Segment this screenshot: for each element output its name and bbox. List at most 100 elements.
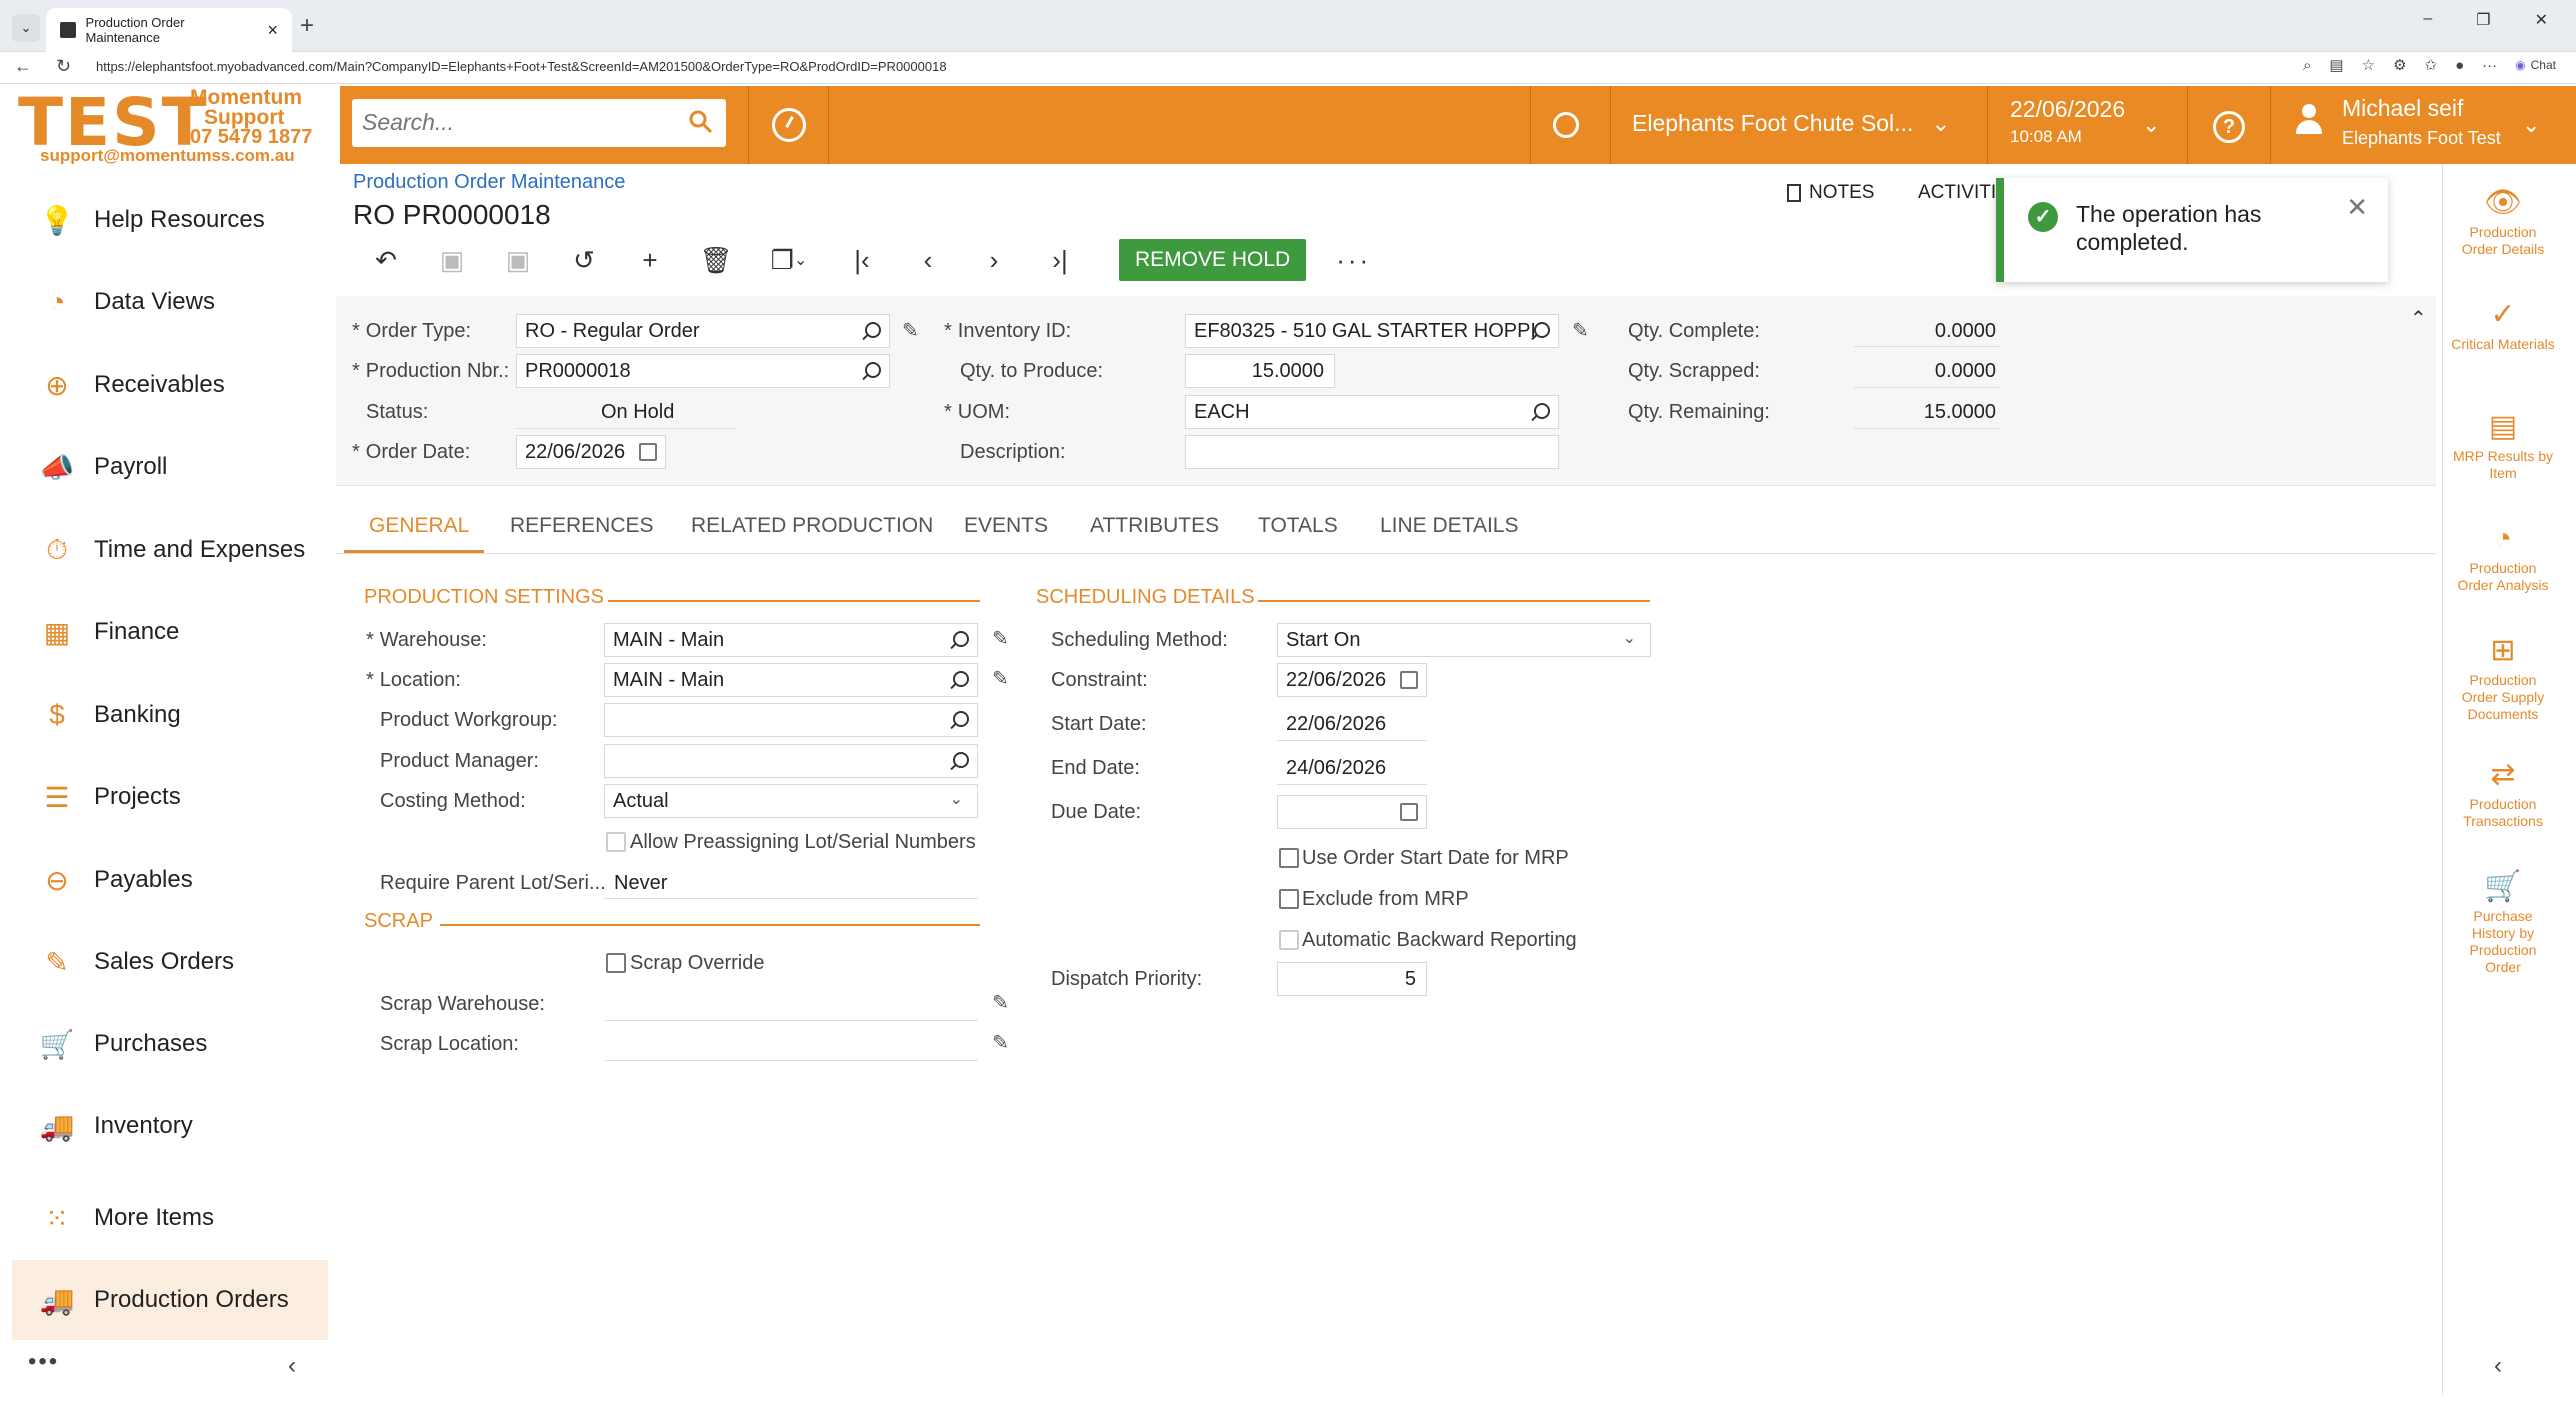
close-window-icon[interactable]: ✕ xyxy=(2535,10,2548,30)
add-icon[interactable]: + xyxy=(617,240,683,280)
delete-icon[interactable]: 🗑 xyxy=(683,240,749,280)
user-icon[interactable] xyxy=(2296,104,2322,140)
production-nbr-field[interactable]: PR0000018 xyxy=(516,354,890,388)
nav-item-payables[interactable]: ⊖ Payables xyxy=(12,840,328,920)
reload-icon[interactable]: ↻ xyxy=(56,56,71,77)
more-icon[interactable]: ··· xyxy=(2482,57,2497,74)
order-date-field[interactable]: 22/06/2026 xyxy=(516,435,666,469)
nav-item-payroll[interactable]: 📣 Payroll xyxy=(12,427,328,507)
tab-totals[interactable]: TOTALS xyxy=(1258,514,1338,538)
tab-references[interactable]: REFERENCES xyxy=(510,514,654,538)
remove-hold-button[interactable]: REMOVE HOLD xyxy=(1119,239,1307,281)
url-field[interactable]: https://elephantsfoot.myobadvanced.com/M… xyxy=(96,59,947,74)
help-icon[interactable]: ? xyxy=(2213,111,2245,143)
edit-pencil-icon[interactable]: ✎ xyxy=(1572,318,1592,342)
sidebar-purchase-history-by-production-order[interactable]: 🛒 Purchase History by Production Order xyxy=(2442,868,2564,976)
auto-backward-checkbox[interactable] xyxy=(1279,930,1299,950)
notes-button[interactable]: NOTES xyxy=(1787,182,1874,204)
nav-item-sales-orders[interactable]: ✎ Sales Orders xyxy=(12,922,328,1002)
favorites-icon[interactable]: ✩ xyxy=(2425,56,2438,74)
order-type-field[interactable]: RO - Regular Order xyxy=(516,314,890,348)
constraint-date-field[interactable]: 22/06/2026 xyxy=(1277,663,1427,697)
product-manager-field[interactable] xyxy=(604,744,978,778)
product-workgroup-field[interactable] xyxy=(604,703,978,737)
close-icon[interactable]: ✕ xyxy=(2346,192,2368,223)
search-icon[interactable] xyxy=(688,109,714,135)
next-record-icon[interactable]: › xyxy=(961,240,1027,280)
nav-item-production-orders[interactable]: 🚚 Production Orders xyxy=(12,1260,328,1340)
nav-item-time-and-expenses[interactable]: ⏱ Time and Expenses xyxy=(12,510,328,590)
description-field[interactable] xyxy=(1185,435,1559,469)
zoom-icon[interactable]: ⌕ xyxy=(2303,57,2311,74)
breadcrumb[interactable]: Production Order Maintenance xyxy=(353,171,625,194)
nav-item-inventory[interactable]: 🚚 Inventory xyxy=(12,1086,328,1166)
sidebar-production-transactions[interactable]: ⇄ Production Transactions xyxy=(2442,756,2564,830)
nav-item-projects[interactable]: ☰ Projects xyxy=(12,757,328,837)
collapse-summary-icon[interactable]: ⌃ xyxy=(2410,306,2427,331)
due-date-field[interactable] xyxy=(1277,795,1427,829)
lookup-icon[interactable] xyxy=(1534,403,1550,419)
qty-to-produce-field[interactable]: 15.0000 xyxy=(1185,354,1335,388)
star-icon[interactable]: ☆ xyxy=(2362,56,2375,74)
lookup-icon[interactable] xyxy=(953,711,969,727)
global-search[interactable] xyxy=(352,99,726,147)
user-menu[interactable]: Michael seif Elephants Foot Test xyxy=(2342,95,2501,149)
sidebar-production-order-analysis[interactable]: ◔ Production Order Analysis xyxy=(2442,520,2564,594)
sidebar-critical-materials[interactable]: ✓ Critical Materials xyxy=(2442,296,2564,353)
new-tab-button[interactable]: + xyxy=(300,12,314,40)
chevron-down-icon[interactable]: ⌄ xyxy=(2142,112,2160,138)
copy-paste-icon[interactable]: ❐ ⌄ xyxy=(749,240,829,280)
use-order-start-checkbox[interactable] xyxy=(1279,848,1299,868)
last-record-icon[interactable]: ›| xyxy=(1027,240,1093,280)
tab-related-production[interactable]: RELATED PRODUCTION xyxy=(691,514,933,538)
lookup-icon[interactable] xyxy=(865,362,881,378)
edit-pencil-icon[interactable]: ✎ xyxy=(902,318,922,342)
back-icon[interactable]: ← xyxy=(14,56,32,77)
save-icon[interactable]: ▣ xyxy=(485,240,551,280)
tab-events[interactable]: EVENTS xyxy=(964,514,1048,538)
lookup-icon[interactable] xyxy=(953,631,969,647)
warehouse-field[interactable]: MAIN - Main xyxy=(604,623,978,657)
calendar-icon[interactable] xyxy=(639,443,657,461)
undo-arrow-icon[interactable]: ↶ xyxy=(353,240,419,280)
nav-item-receivables[interactable]: ⊕ Receivables xyxy=(12,345,328,425)
sidebar-production-order-details[interactable]: 👁 Production Order Details xyxy=(2442,184,2564,258)
company-selector[interactable]: Elephants Foot Chute Sol... ⌄ xyxy=(1632,110,1951,137)
exclude-mrp-checkbox[interactable] xyxy=(1279,889,1299,909)
profile-icon[interactable]: ● xyxy=(2455,57,2464,74)
business-date-selector[interactable]: 22/06/2026 10:08 AM xyxy=(2010,96,2125,147)
more-options-icon[interactable]: ••• xyxy=(28,1348,59,1376)
nav-item-help-resources[interactable]: 💡 Help Resources xyxy=(12,180,328,260)
tab-attributes[interactable]: ATTRIBUTES xyxy=(1090,514,1219,538)
sidebar-production-order-supply-documents[interactable]: ⊞ Production Order Supply Documents xyxy=(2442,632,2564,723)
previous-record-icon[interactable]: ‹ xyxy=(895,240,961,280)
first-record-icon[interactable]: |‹ xyxy=(829,240,895,280)
scheduling-method-select[interactable]: Start On ⌄ xyxy=(1277,623,1651,657)
nav-item-banking[interactable]: $ Banking xyxy=(12,675,328,755)
tab-line-details[interactable]: LINE DETAILS xyxy=(1380,514,1519,538)
nav-item-finance[interactable]: ▦ Finance xyxy=(12,592,328,672)
tab-general[interactable]: GENERAL xyxy=(369,514,469,538)
browser-tab[interactable]: Production Order Maintenance × xyxy=(46,8,292,52)
edit-pencil-icon[interactable]: ✎ xyxy=(992,990,1012,1014)
edit-pencil-icon[interactable]: ✎ xyxy=(992,666,1012,690)
restore-icon[interactable]: ❐ xyxy=(2476,10,2490,30)
uom-field[interactable]: EACH xyxy=(1185,395,1559,429)
costing-method-select[interactable]: Actual ⌄ xyxy=(604,784,978,818)
collapse-sidebar-icon[interactable]: ‹ xyxy=(2494,1352,2502,1380)
collapse-nav-icon[interactable]: ‹ xyxy=(288,1352,296,1380)
sidebar-mrp-results-by-item[interactable]: ▤ MRP Results by Item xyxy=(2442,408,2564,482)
lookup-icon[interactable] xyxy=(1534,322,1550,338)
lookup-icon[interactable] xyxy=(953,671,969,687)
more-actions-icon[interactable]: ··· xyxy=(1336,245,1371,276)
chevron-down-icon[interactable]: ⌄ xyxy=(2522,112,2540,138)
reader-icon[interactable]: ▤ xyxy=(2329,56,2343,74)
minimize-icon[interactable]: – xyxy=(2423,10,2432,30)
location-field[interactable]: MAIN - Main xyxy=(604,663,978,697)
activities-button[interactable]: ACTIVITIES xyxy=(1918,182,1998,204)
chat-button[interactable]: ◉ Chat xyxy=(2515,58,2556,72)
allow-preassign-checkbox[interactable] xyxy=(606,832,626,852)
company-logo[interactable]: TEST Momentum Support 07 5479 1877 suppo… xyxy=(0,86,340,165)
tab-list-button[interactable]: ⌄ xyxy=(12,14,40,42)
cancel-icon[interactable]: ↺ xyxy=(551,240,617,280)
